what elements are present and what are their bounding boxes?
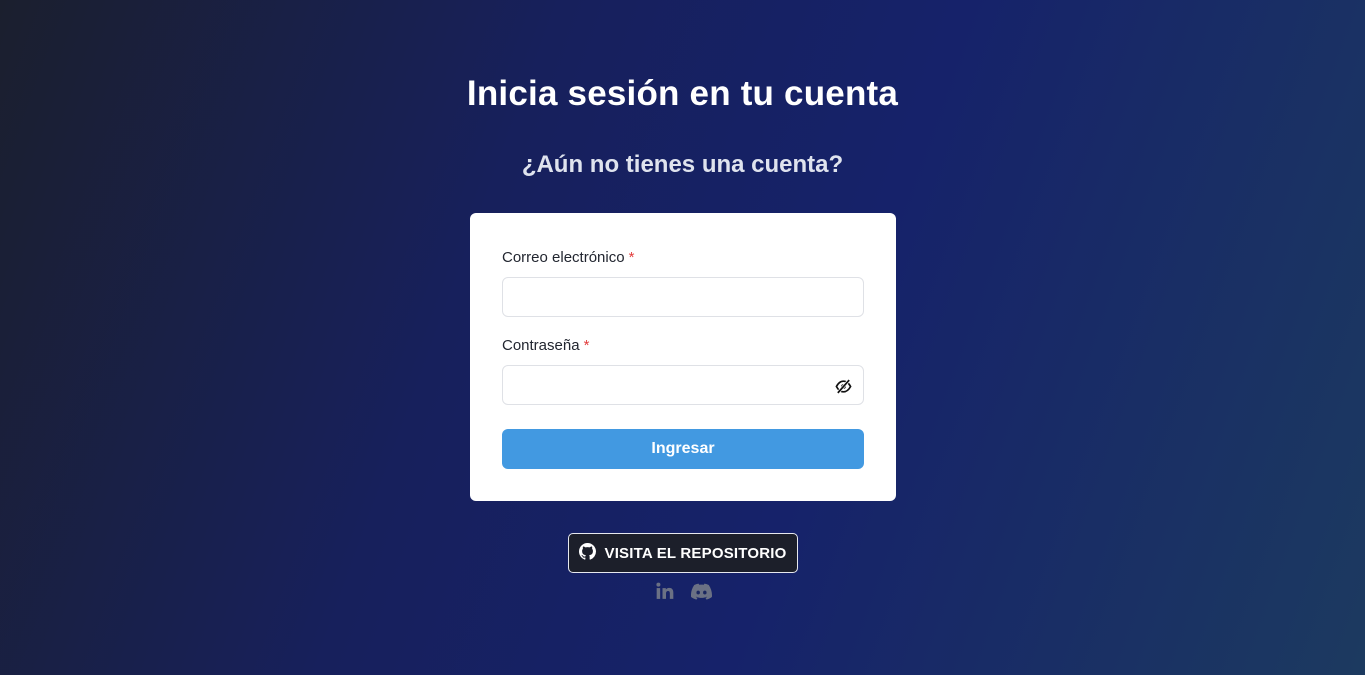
password-label-text: Contraseña: [502, 337, 580, 354]
email-label: Correo electrónico *: [502, 249, 634, 266]
email-field[interactable]: [503, 278, 863, 316]
login-submit-button[interactable]: Ingresar: [502, 429, 864, 469]
github-icon: [579, 542, 597, 564]
email-field-wrapper: [502, 277, 864, 317]
password-field[interactable]: [503, 366, 863, 404]
signup-prompt[interactable]: ¿Aún no tienes una cuenta?: [0, 151, 1365, 179]
linkedin-icon[interactable]: [654, 580, 676, 602]
password-field-wrapper: [502, 365, 864, 405]
email-label-text: Correo electrónico: [502, 249, 625, 266]
password-label: Contraseña *: [502, 337, 589, 354]
login-card: Correo electrónico * Contraseña * Ingresar: [470, 213, 896, 501]
required-mark: *: [583, 337, 590, 354]
discord-icon[interactable]: [690, 580, 712, 602]
required-mark: *: [628, 249, 635, 266]
visit-repository-label: VISITA EL REPOSITORIO: [604, 544, 787, 562]
eye-slash-icon[interactable]: [833, 376, 853, 396]
visit-repository-button[interactable]: VISITA EL REPOSITORIO: [568, 533, 798, 573]
page-title: Inicia sesión en tu cuenta: [466, 74, 899, 113]
